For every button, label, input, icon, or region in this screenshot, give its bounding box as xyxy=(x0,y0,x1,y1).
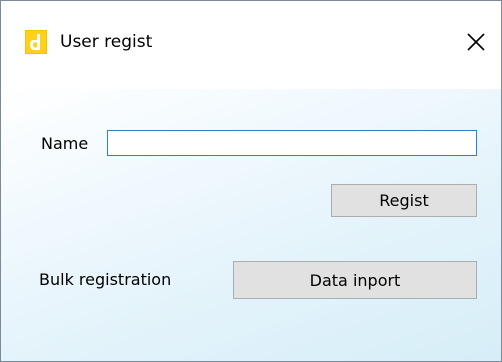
form-area: Name Regist Bulk registration Data inpor… xyxy=(1,89,501,361)
app-icon xyxy=(25,30,47,54)
title-bar: User regist xyxy=(1,1,501,89)
data-inport-button[interactable]: Data inport xyxy=(233,261,477,299)
regist-button[interactable]: Regist xyxy=(331,184,477,217)
name-input[interactable] xyxy=(107,130,477,156)
window-title: User regist xyxy=(60,32,153,52)
close-button[interactable] xyxy=(451,19,501,65)
close-icon xyxy=(467,33,485,51)
name-label: Name xyxy=(41,134,89,153)
bulk-registration-label: Bulk registration xyxy=(39,270,172,289)
user-regist-window: User regist Name Regist Bulk registratio… xyxy=(0,0,502,362)
